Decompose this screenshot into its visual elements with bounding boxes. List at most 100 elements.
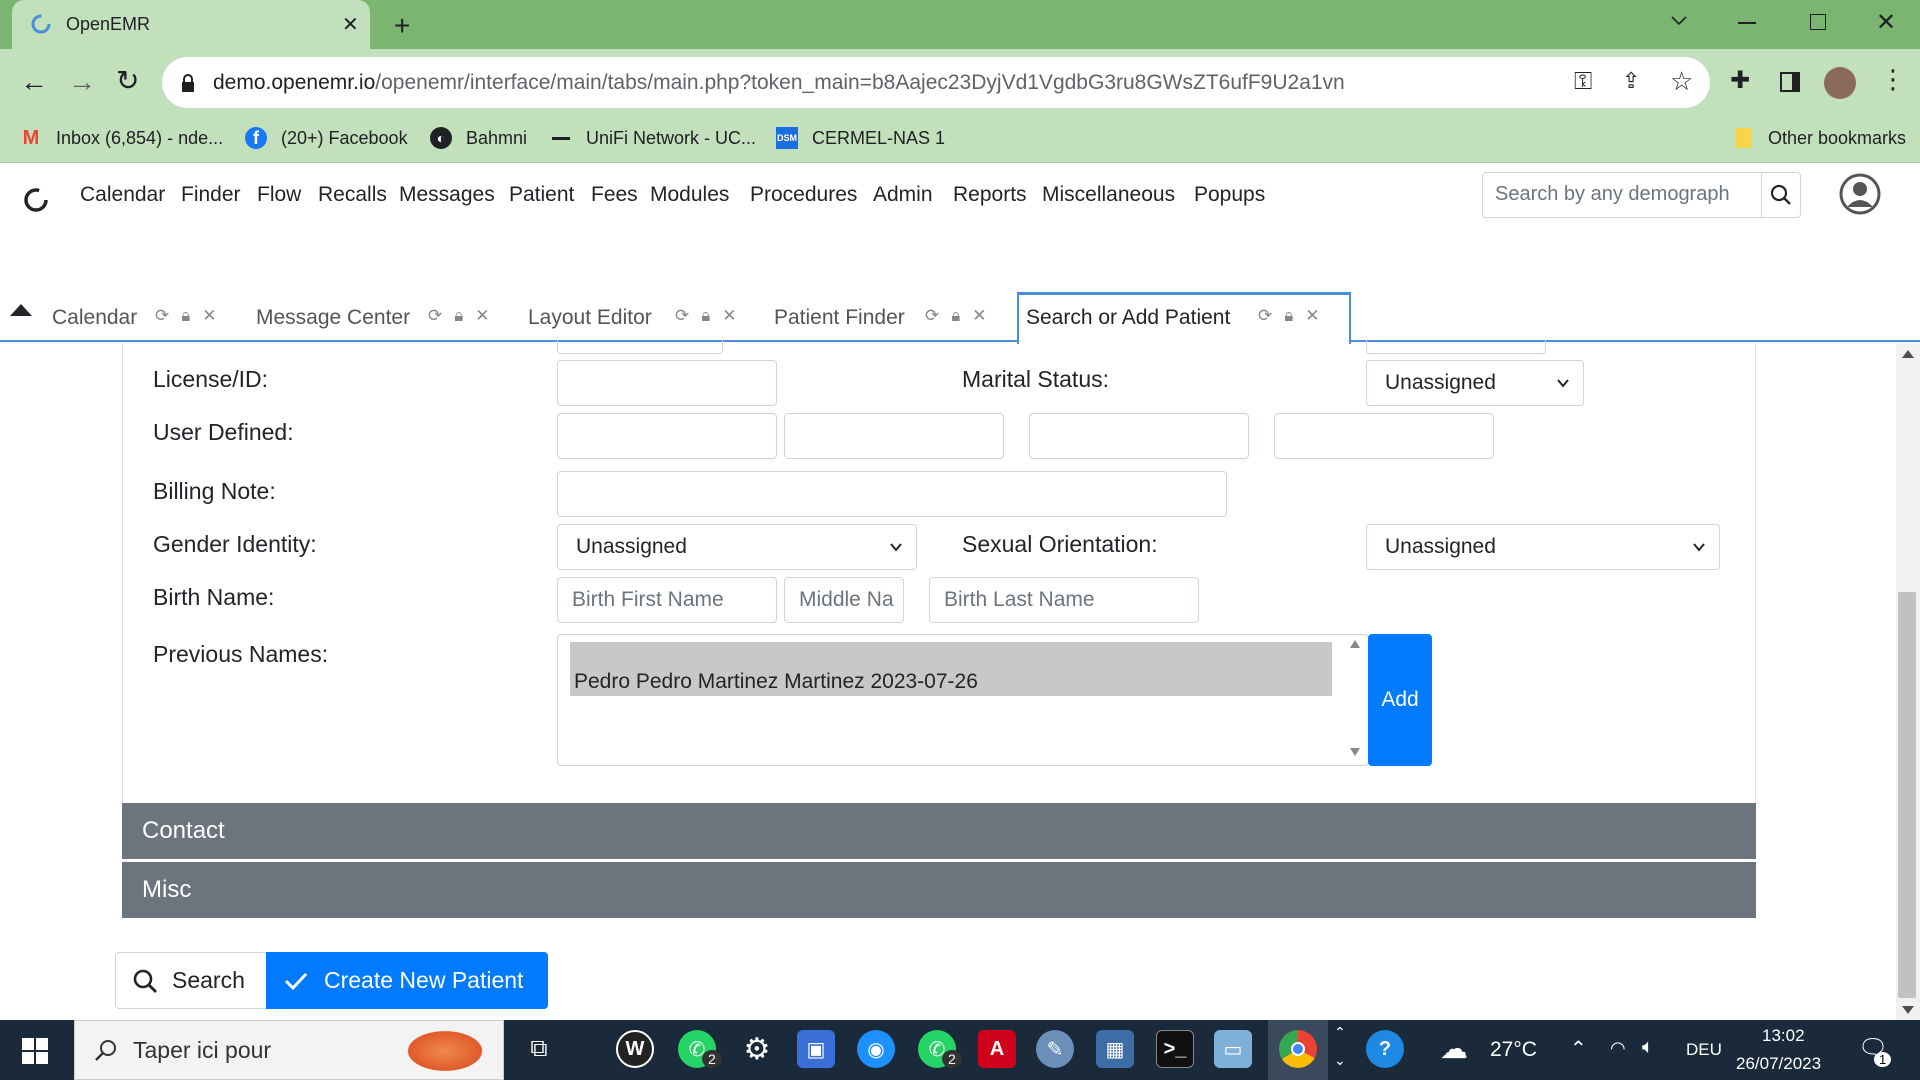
acrobat-icon[interactable]: A <box>978 1030 1016 1068</box>
remote-desktop-icon[interactable]: ▣ <box>797 1030 835 1068</box>
nav-recalls[interactable]: Recalls <box>318 183 387 207</box>
restore-icon[interactable] <box>1810 14 1826 30</box>
demographic-search-button[interactable] <box>1761 172 1801 218</box>
tab-search-or-add-patient[interactable]: Search or Add Patient <box>1026 306 1230 330</box>
birth-first-name-input[interactable]: Birth First Name <box>557 577 777 623</box>
key-icon[interactable]: ⚿ <box>1574 68 1592 96</box>
sexual-orientation-select[interactable]: Unassigned <box>1366 524 1720 570</box>
paint-icon[interactable]: ✎ <box>1036 1030 1074 1068</box>
refresh-icon[interactable]: ⟳ <box>1258 306 1272 326</box>
refresh-icon[interactable]: ⟳ <box>428 306 442 326</box>
demographic-search-input[interactable]: Search by any demograph <box>1482 172 1762 218</box>
refresh-icon[interactable]: ⟳ <box>675 306 689 326</box>
birth-middle-name-input[interactable]: Middle Na <box>784 577 904 623</box>
close-icon[interactable]: ✕ <box>972 306 986 326</box>
tab-patient-finder[interactable]: Patient Finder <box>774 306 905 330</box>
tab-search-icon[interactable] <box>1670 14 1688 28</box>
bookmark-gmail[interactable]: M Inbox (6,854) - nde... <box>20 123 223 153</box>
nav-popups[interactable]: Popups <box>1194 183 1265 207</box>
notepad-icon[interactable]: ▭ <box>1214 1030 1252 1068</box>
clock-time[interactable]: 13:02 <box>1762 1026 1805 1046</box>
nav-finder[interactable]: Finder <box>181 183 241 207</box>
window-close-icon[interactable]: ✕ <box>1876 8 1896 37</box>
reload-icon[interactable]: ↻ <box>116 64 139 97</box>
show-hidden-icons-icon[interactable]: ⌃ <box>1570 1036 1587 1061</box>
scroll-up-icon[interactable]: ⌃ <box>1334 1024 1346 1041</box>
page-scrollbar-thumb[interactable] <box>1898 592 1916 998</box>
scroll-down-icon[interactable]: ⌄ <box>1334 1052 1346 1069</box>
openemr-logo-icon[interactable] <box>22 186 50 214</box>
url-text[interactable]: demo.openemr.io/openemr/interface/main/t… <box>213 71 1345 95</box>
close-icon[interactable]: ✕ <box>1305 306 1319 326</box>
user-defined-4-input[interactable] <box>1274 413 1494 459</box>
cut-off-field[interactable] <box>557 340 723 354</box>
terminal-icon[interactable]: >_ <box>1156 1030 1194 1068</box>
wamp-icon[interactable]: W <box>616 1030 654 1068</box>
birth-last-name-input[interactable]: Birth Last Name <box>929 577 1199 623</box>
nav-admin[interactable]: Admin <box>873 183 933 207</box>
license-id-input[interactable] <box>557 360 777 406</box>
bookmark-bahmni[interactable]: ◐ Bahmni <box>430 123 527 153</box>
lock-icon[interactable]: 🔒︎ <box>454 306 463 326</box>
tab-message-center[interactable]: Message Center <box>256 306 410 330</box>
browser-app-icon[interactable]: ◉ <box>857 1030 895 1068</box>
nav-procedures[interactable]: Procedures <box>750 183 857 207</box>
nav-flow[interactable]: Flow <box>257 183 301 207</box>
share-icon[interactable]: ⇪ <box>1622 68 1640 94</box>
lock-icon[interactable]: 🔒︎ <box>1284 306 1293 326</box>
new-tab-icon[interactable]: + <box>394 10 410 42</box>
windows-start-icon[interactable] <box>22 1038 48 1064</box>
tab-calendar[interactable]: Calendar <box>52 306 137 330</box>
nav-patient[interactable]: Patient <box>509 183 574 207</box>
bookmark-cermel-nas[interactable]: DSM CERMEL-NAS 1 <box>776 123 945 153</box>
refresh-icon[interactable]: ⟳ <box>155 306 169 326</box>
scroll-up-icon[interactable] <box>1350 640 1360 648</box>
contact-section-header[interactable]: Contact <box>122 803 1756 859</box>
scroll-down-icon[interactable] <box>1902 1006 1914 1014</box>
task-view-icon[interactable]: ⧉ <box>520 1030 558 1068</box>
cut-off-field[interactable] <box>1366 340 1546 354</box>
gender-identity-select[interactable]: Unassigned <box>557 524 917 570</box>
settings-gear-icon[interactable]: ⚙ <box>738 1030 776 1068</box>
volume-icon[interactable]: 🔈︎ <box>1642 1036 1654 1059</box>
clock-date[interactable]: 26/07/2023 <box>1736 1054 1821 1074</box>
weather-cloud-icon[interactable]: ☁ <box>1440 1032 1468 1065</box>
lock-icon[interactable] <box>180 73 196 93</box>
calculator-icon[interactable]: ▦ <box>1096 1030 1134 1068</box>
nav-miscellaneous[interactable]: Miscellaneous <box>1042 183 1175 207</box>
user-defined-3-input[interactable] <box>1029 413 1249 459</box>
close-icon[interactable]: ✕ <box>475 306 489 326</box>
tab-layout-editor[interactable]: Layout Editor <box>528 306 652 330</box>
nav-messages[interactable]: Messages <box>399 183 495 207</box>
billing-note-input[interactable] <box>557 471 1227 517</box>
close-icon[interactable]: ✕ <box>722 306 736 326</box>
minimize-icon[interactable] <box>1738 22 1756 24</box>
temperature[interactable]: 27°C <box>1490 1038 1537 1062</box>
refresh-icon[interactable]: ⟳ <box>925 306 939 326</box>
nav-calendar[interactable]: Calendar <box>80 183 165 207</box>
lock-icon[interactable]: 🔒︎ <box>951 306 960 326</box>
search-button[interactable]: Search <box>115 952 267 1009</box>
bookmark-unifi[interactable]: UniFi Network - UC... <box>550 123 756 153</box>
help-icon[interactable]: ? <box>1366 1030 1404 1068</box>
chrome-icon[interactable] <box>1279 1030 1317 1068</box>
add-previous-name-button[interactable]: Add <box>1368 634 1432 766</box>
lock-icon[interactable]: 🔒︎ <box>181 306 190 326</box>
language-indicator[interactable]: DEU <box>1686 1040 1722 1060</box>
scroll-down-icon[interactable] <box>1350 748 1360 756</box>
lock-icon[interactable]: 🔒︎ <box>701 306 710 326</box>
user-avatar-icon[interactable] <box>1838 172 1882 216</box>
scroll-up-icon[interactable] <box>1902 350 1914 358</box>
nav-modules[interactable]: Modules <box>650 183 729 207</box>
nav-reports[interactable]: Reports <box>953 183 1027 207</box>
previous-names-scrollbar[interactable] <box>1345 636 1365 764</box>
collapse-caret-icon[interactable] <box>10 302 32 316</box>
nav-fees[interactable]: Fees <box>591 183 638 207</box>
previous-name-item[interactable]: Pedro Pedro Martinez Martinez 2023-07-26 <box>570 642 1332 696</box>
bookmark-star-icon[interactable]: ☆ <box>1670 66 1693 97</box>
bookmark-facebook[interactable]: f (20+) Facebook <box>245 123 408 153</box>
forward-icon[interactable]: → <box>68 66 96 98</box>
close-tab-icon[interactable]: ✕ <box>342 12 359 37</box>
profile-avatar[interactable] <box>1824 67 1856 99</box>
side-panel-icon[interactable] <box>1780 72 1800 92</box>
